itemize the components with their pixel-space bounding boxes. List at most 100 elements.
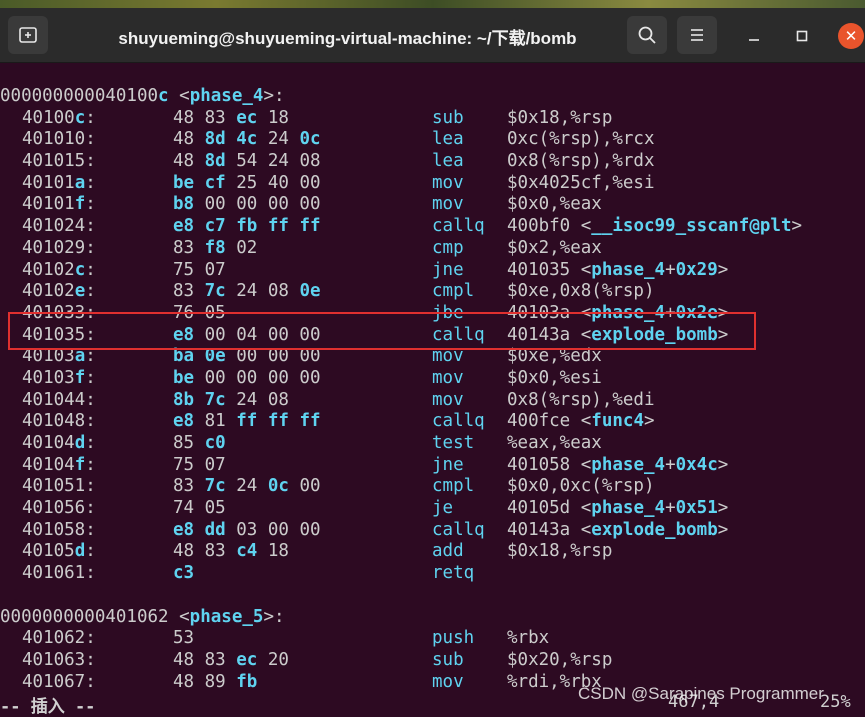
asm-operands: 401035 <phase_4+0x29> [507,259,729,280]
asm-operands: %eax,%eax [507,433,602,453]
asm-line[interactable]: 401044: 8b 7c 24 08 mov 0x8(%rsp),%edi [0,390,865,412]
asm-operands: 0x8(%rsp),%rdx [507,151,655,172]
title-bar: shuyueming@shuyueming-virtual-machine: ~… [0,0,865,63]
asm-operands: $0x18,%rsp [507,541,613,562]
asm-line[interactable]: 401048: e8 81 ff ff ff callq 400fce <func4> [0,411,865,433]
asm-opcode: je [432,498,454,519]
asm-opcode: lea [432,151,464,172]
asm-line[interactable]: 40104f: 75 07 jne 401058 <phase_4+0x4c> [0,455,865,477]
new-tab-button[interactable] [8,16,48,54]
function-header: 0000000000401062 <phase_5>: [0,607,865,629]
asm-bytes: 48 83 c4 18 [173,541,289,562]
asm-address: 40101f: [22,194,96,215]
window-title: shuyueming@shuyueming-virtual-machine: ~… [118,29,577,48]
asm-address: 40104d: [22,433,96,453]
asm-address: 40102e: [22,281,96,302]
function-header: 000000000040100c <phase_4>: [0,86,865,108]
asm-line[interactable]: 401010: 48 8d 4c 24 0c lea 0xc(%rsp),%rcx [0,129,865,151]
asm-operands: $0x0,%esi [507,367,602,388]
terminal-output[interactable]: 000000000040100c <phase_4>: 40100c: 48 83 … [0,86,865,693]
asm-line[interactable]: 40104d: 85 c0 test %eax,%eax [0,433,865,455]
close-icon: ✕ [844,27,858,45]
asm-line[interactable]: 401051: 83 7c 24 0c 00 cmpl $0x0,0xc(%rsp) [0,476,865,498]
asm-operands: %rbx [507,628,550,649]
asm-operands: 401058 <phase_4+0x4c> [507,454,729,475]
asm-address: 401024: [22,216,96,237]
highlight-box [8,312,756,350]
asm-bytes: 8b 7c 24 08 [173,389,289,410]
asm-operands: 40143a <explode_bomb> [507,519,729,540]
asm-address: 40101a: [22,172,96,193]
asm-opcode: lea [432,129,464,150]
asm-operands: 400fce <func4> [507,411,655,432]
asm-operands: $0x20,%rsp [507,649,613,670]
asm-line[interactable]: 401063: 48 83 ec 20 sub $0x20,%rsp [0,650,865,672]
asm-line[interactable]: 40101a: be cf 25 40 00 mov $0x4025cf,%esi [0,173,865,195]
asm-line[interactable]: 401061: c3 retq [0,563,865,585]
asm-line[interactable]: 40101f: b8 00 00 00 00 mov $0x0,%eax [0,194,865,216]
asm-bytes: e8 c7 fb ff ff [173,216,321,237]
asm-line[interactable]: 40102c: 75 07 jne 401035 <phase_4+0x29> [0,260,865,282]
asm-address: 401051: [22,476,96,497]
asm-address: 401063: [22,649,96,670]
editor-mode: -- 插入 -- [0,697,96,717]
asm-bytes: be cf 25 40 00 [173,172,321,193]
asm-bytes: 74 05 [173,498,226,519]
asm-operands: $0x18,%rsp [507,107,613,128]
asm-bytes: 83 7c 24 08 0e [173,281,321,302]
asm-opcode: cmp [432,237,464,258]
asm-operands: 40105d <phase_4+0x51> [507,498,729,519]
function-address: 000000000040100 [0,86,159,106]
watermark: CSDN @Sarapines Programmer [578,684,824,703]
asm-opcode: mov [432,194,464,215]
asm-opcode: sub [432,107,464,128]
asm-operands: 0x8(%rsp),%edi [507,389,655,410]
asm-bytes: 83 f8 02 [173,237,258,258]
asm-address: 40100c: [22,107,96,128]
asm-bytes: 53 [173,628,195,649]
asm-bytes: be 00 00 00 00 [173,367,321,388]
asm-address: 401048: [22,411,96,432]
hamburger-menu-icon [691,29,703,41]
asm-address: 401010: [22,129,96,150]
asm-opcode: jne [432,454,464,475]
asm-opcode: cmpl [432,281,475,302]
close-button[interactable]: ✕ [838,23,864,49]
asm-line[interactable]: 401058: e8 dd 03 00 00 callq 40143a <explod… [0,520,865,542]
asm-line[interactable]: 40102e: 83 7c 24 08 0e cmpl $0xe,0x8(%rsp) [0,281,865,303]
asm-address: 401015: [22,151,96,172]
asm-opcode: push [432,628,475,649]
asm-opcode: callq [432,411,485,432]
asm-bytes: 83 7c 24 0c 00 [173,476,321,497]
asm-line[interactable]: 401015: 48 8d 54 24 08 lea 0x8(%rsp),%rdx [0,151,865,173]
function-name: <phase_5>: [179,606,285,627]
asm-operands: 400bf0 <__isoc99_sscanf@plt> [507,216,803,237]
asm-operands: $0x0,0xc(%rsp) [507,476,655,497]
asm-address: 40102c: [22,259,96,280]
asm-line[interactable]: 40105d: 48 83 c4 18 add $0x18,%rsp [0,541,865,563]
asm-line[interactable]: 401062: 53 push %rbx [0,628,865,650]
wallpaper-strip [0,0,865,8]
new-tab-icon [19,27,37,43]
asm-opcode: sub [432,649,464,670]
asm-bytes: 48 8d 54 24 08 [173,151,321,172]
asm-line[interactable]: 401029: 83 f8 02 cmp $0x2,%eax [0,238,865,260]
asm-line[interactable]: 40103f: be 00 00 00 00 mov $0x0,%esi [0,368,865,390]
asm-line[interactable]: 401056: 74 05 je 40105d <phase_4+0x51> [0,498,865,520]
search-button[interactable] [627,16,667,54]
asm-line[interactable]: 401024: e8 c7 fb ff ff callq 400bf0 <__isoc… [0,216,865,238]
asm-opcode: test [432,433,475,453]
asm-bytes: 48 83 ec 20 [173,649,289,670]
menu-button[interactable] [677,16,717,54]
asm-operands: $0x0,%eax [507,194,602,215]
asm-opcode: mov [432,671,464,692]
asm-address: 401058: [22,519,96,540]
function-name: <phase_4>: [179,86,285,106]
minimize-button[interactable] [742,24,766,48]
asm-operands: $0x4025cf,%esi [507,172,655,193]
asm-line[interactable]: 40100c: 48 83 ec 18 sub $0x18,%rsp [0,108,865,130]
maximize-button[interactable] [790,24,814,48]
asm-address: 401056: [22,498,96,519]
asm-opcode: callq [432,519,485,540]
